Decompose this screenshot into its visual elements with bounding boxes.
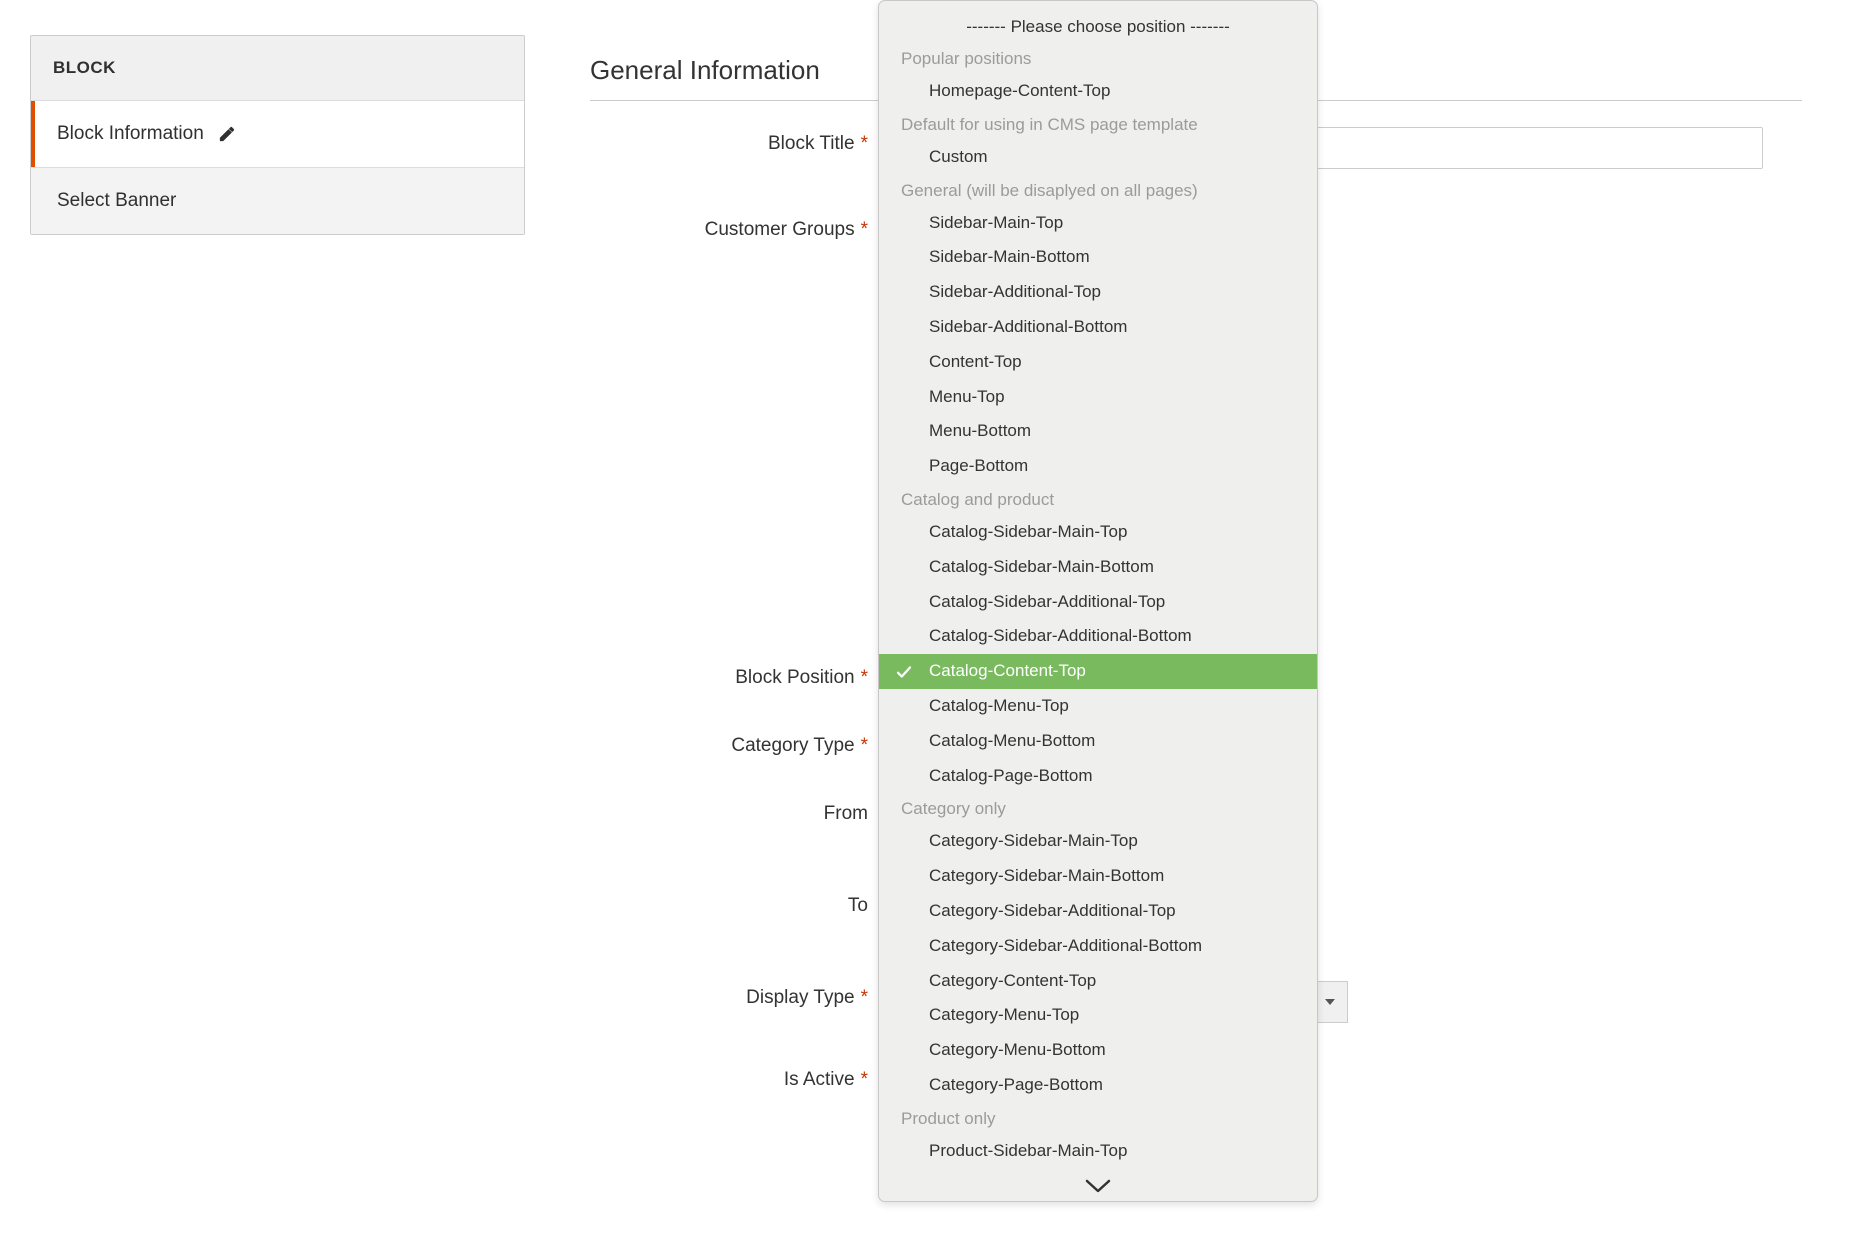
dropdown-option[interactable]: Homepage-Content-Top bbox=[879, 74, 1317, 109]
dropdown-option[interactable]: Category-Menu-Bottom bbox=[879, 1033, 1317, 1068]
sidebar-item-label: Select Banner bbox=[57, 190, 176, 212]
dropdown-option[interactable]: Catalog-Sidebar-Main-Top bbox=[879, 515, 1317, 550]
dropdown-option[interactable]: Catalog-Sidebar-Main-Bottom bbox=[879, 550, 1317, 585]
field-label-block-title: Block Title* bbox=[590, 127, 868, 155]
required-mark: * bbox=[861, 667, 868, 688]
dropdown-group-label: Popular positions bbox=[879, 43, 1317, 74]
dropdown-option[interactable]: Catalog-Sidebar-Additional-Bottom bbox=[879, 619, 1317, 654]
dropdown-option[interactable]: Catalog-Content-Top bbox=[879, 654, 1317, 689]
dropdown-option[interactable]: Category-Sidebar-Main-Bottom bbox=[879, 859, 1317, 894]
field-label-to: To bbox=[590, 889, 868, 917]
dropdown-option[interactable]: Catalog-Sidebar-Additional-Top bbox=[879, 585, 1317, 620]
sidebar-item-select-banner[interactable]: Select Banner bbox=[31, 167, 524, 234]
required-mark: * bbox=[861, 735, 868, 756]
dropdown-group-label: General (will be disaplyed on all pages) bbox=[879, 175, 1317, 206]
dropdown-option[interactable]: Category-Page-Bottom bbox=[879, 1068, 1317, 1103]
dropdown-option[interactable]: Category-Sidebar-Additional-Top bbox=[879, 894, 1317, 929]
dropdown-group-label: Default for using in CMS page template bbox=[879, 109, 1317, 140]
dropdown-option[interactable]: Content-Top bbox=[879, 345, 1317, 380]
dropdown-option[interactable]: Category-Sidebar-Additional-Bottom bbox=[879, 929, 1317, 964]
field-label-block-position: Block Position* bbox=[590, 661, 868, 689]
sidebar-item-block-information[interactable]: Block Information bbox=[31, 101, 524, 167]
required-mark: * bbox=[861, 1069, 868, 1090]
chevron-down-icon bbox=[1325, 999, 1335, 1005]
pencil-icon bbox=[218, 125, 236, 143]
field-label-display-type: Display Type* bbox=[590, 981, 868, 1009]
required-mark: * bbox=[861, 133, 868, 154]
dropdown-group-label: Catalog and product bbox=[879, 484, 1317, 515]
field-label-category-type: Category Type* bbox=[590, 729, 868, 757]
dropdown-option[interactable]: Sidebar-Additional-Bottom bbox=[879, 310, 1317, 345]
field-label-from: From bbox=[590, 797, 868, 825]
dropdown-option[interactable]: Sidebar-Main-Top bbox=[879, 206, 1317, 241]
required-mark: * bbox=[861, 987, 868, 1008]
sidebar-block: BLOCK Block Information Select Banner bbox=[30, 35, 525, 235]
dropdown-option[interactable]: Product-Sidebar-Main-Top bbox=[879, 1134, 1317, 1169]
dropdown-group-label: Category only bbox=[879, 793, 1317, 824]
field-label-customer-groups: Customer Groups* bbox=[590, 213, 868, 241]
check-icon bbox=[895, 663, 913, 681]
scroll-down-icon[interactable] bbox=[879, 1179, 1317, 1197]
required-mark: * bbox=[861, 219, 868, 240]
dropdown-header: ------- Please choose position ------- bbox=[879, 11, 1317, 43]
dropdown-option[interactable]: Custom bbox=[879, 140, 1317, 175]
dropdown-option[interactable]: Sidebar-Additional-Top bbox=[879, 275, 1317, 310]
sidebar-header: BLOCK bbox=[31, 36, 524, 101]
dropdown-option[interactable]: Catalog-Page-Bottom bbox=[879, 759, 1317, 794]
dropdown-option[interactable]: Menu-Top bbox=[879, 380, 1317, 415]
dropdown-option[interactable]: Category-Content-Top bbox=[879, 964, 1317, 999]
dropdown-option[interactable]: Sidebar-Main-Bottom bbox=[879, 240, 1317, 275]
dropdown-option[interactable]: Catalog-Menu-Bottom bbox=[879, 724, 1317, 759]
sidebar-item-label: Block Information bbox=[57, 123, 204, 145]
dropdown-option[interactable]: Page-Bottom bbox=[879, 449, 1317, 484]
dropdown-option[interactable]: Category-Menu-Top bbox=[879, 998, 1317, 1033]
dropdown-option[interactable]: Category-Sidebar-Main-Top bbox=[879, 824, 1317, 859]
dropdown-group-label: Product only bbox=[879, 1103, 1317, 1134]
field-label-is-active: Is Active* bbox=[590, 1063, 868, 1091]
dropdown-option[interactable]: Menu-Bottom bbox=[879, 414, 1317, 449]
dropdown-option[interactable]: Catalog-Menu-Top bbox=[879, 689, 1317, 724]
block-position-dropdown[interactable]: ------- Please choose position ------- P… bbox=[878, 0, 1318, 1202]
